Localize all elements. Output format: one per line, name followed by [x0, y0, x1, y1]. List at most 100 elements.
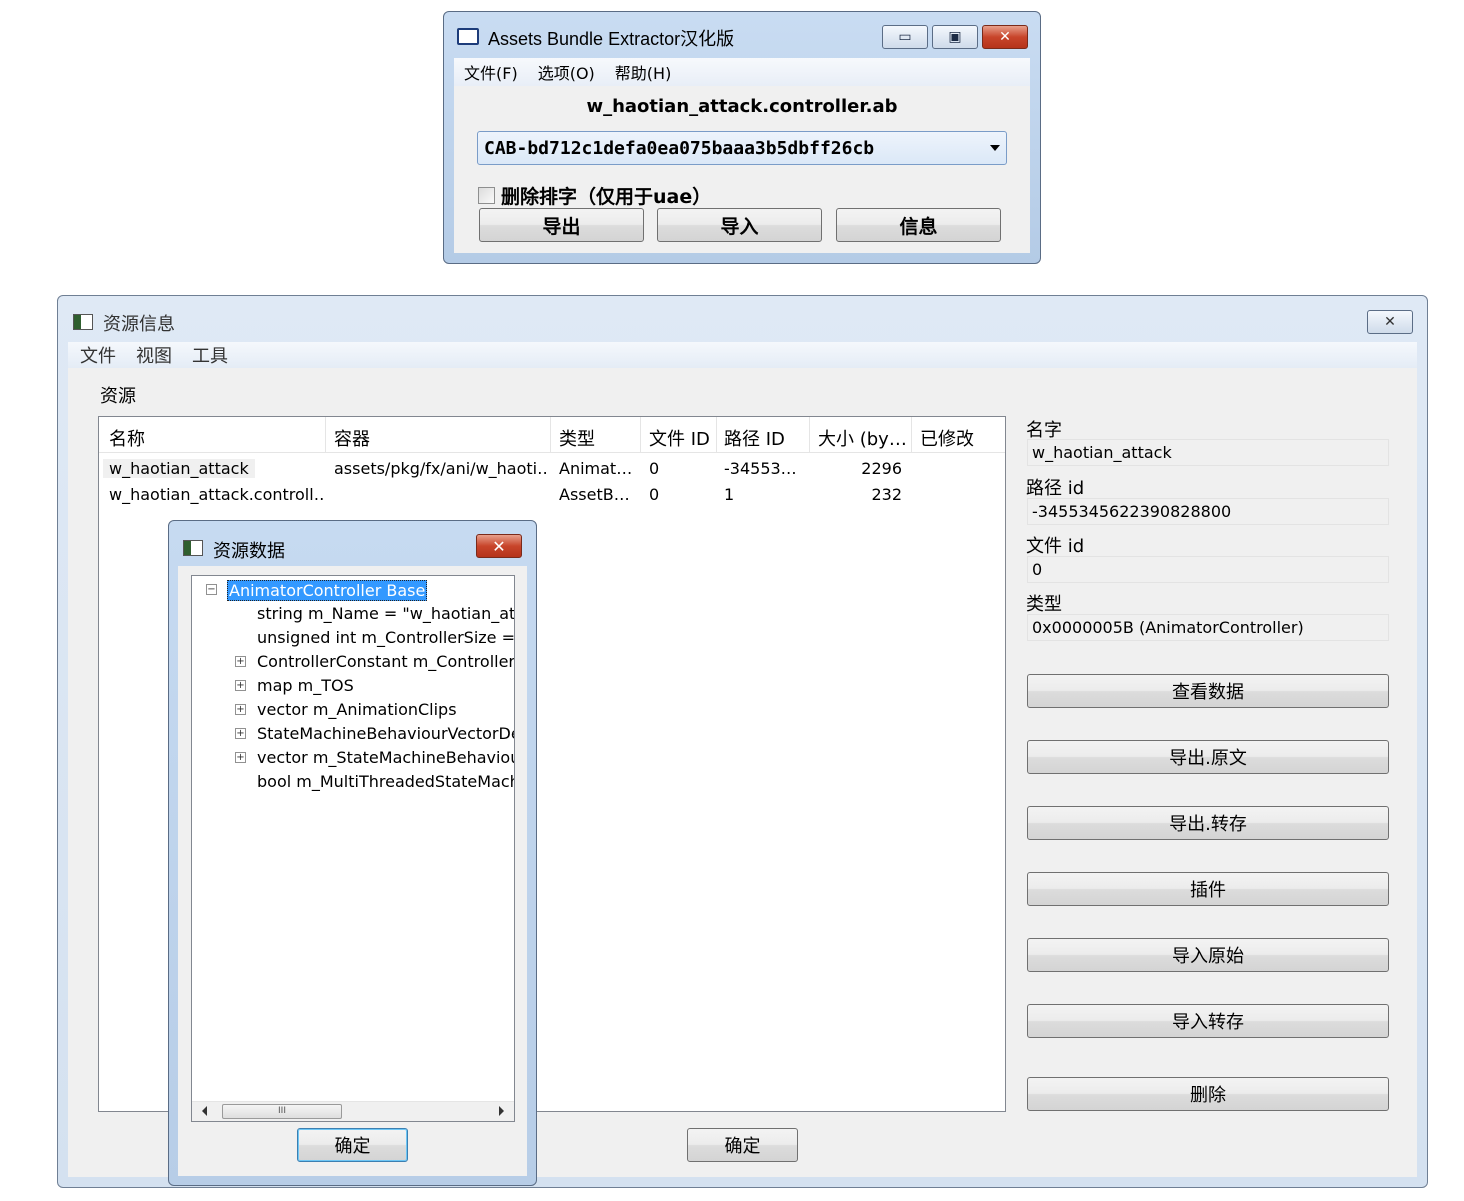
import-button[interactable]: 导入: [657, 208, 822, 242]
expand-icon[interactable]: +: [235, 680, 246, 691]
remove-label: 删除: [1190, 1085, 1226, 1106]
menu-view[interactable]: 视图: [136, 342, 172, 368]
view-data-button[interactable]: 查看数据: [1027, 674, 1389, 708]
cell-name: w_haotian_attack.controll…: [109, 485, 324, 504]
cell-path-id: -34553…: [724, 459, 797, 478]
file-id-field[interactable]: 0: [1027, 556, 1389, 583]
app-window-icon: [457, 28, 479, 45]
import-dump-label: 导入转存: [1172, 1012, 1244, 1033]
asset-data-close-button[interactable]: ✕: [476, 534, 522, 558]
expand-icon[interactable]: +: [235, 752, 246, 763]
menu-file[interactable]: 文件(F): [464, 60, 518, 84]
path-id-field[interactable]: -3455345622390828800: [1027, 498, 1389, 525]
tree-node-label: ControllerConstant m_Controller: [257, 652, 515, 671]
column-modified[interactable]: 已修改: [920, 425, 974, 451]
export-button-label: 导出: [542, 215, 581, 238]
column-separator: [911, 417, 912, 453]
menu-file[interactable]: 文件: [80, 342, 116, 368]
column-separator: [716, 417, 717, 453]
extractor-title: Assets Bundle Extractor汉化版: [488, 29, 735, 49]
cell-type: AssetB…: [559, 485, 630, 504]
column-name[interactable]: 名称: [109, 425, 145, 451]
scroll-left-icon[interactable]: [202, 1106, 207, 1116]
column-size[interactable]: 大小 (by…: [818, 425, 907, 451]
path-id-label: 路径 id: [1026, 478, 1085, 499]
export-button[interactable]: 导出: [479, 208, 644, 242]
close-icon: ✕: [492, 536, 506, 556]
assets-group-label: 资源: [100, 386, 136, 407]
close-icon: ✕: [1384, 314, 1396, 330]
column-separator: [809, 417, 810, 453]
ok-label: 确定: [334, 1136, 371, 1157]
tree-node-label: AnimatorController Base: [227, 580, 428, 601]
menu-help[interactable]: 帮助(H): [615, 60, 672, 84]
column-type[interactable]: 类型: [559, 425, 595, 451]
tree-node-label: bool m_MultiThreadedStateMachine: [257, 772, 514, 791]
extractor-titlebar[interactable]: Assets Bundle Extractor汉化版 ▭ ▣ ✕: [444, 12, 1040, 58]
cell-container: assets/pkg/fx/ani/w_haoti…: [334, 459, 549, 478]
remove-typetree-checkbox[interactable]: [478, 187, 495, 204]
import-raw-button[interactable]: 导入原始: [1027, 938, 1389, 972]
ok-button[interactable]: 确定: [687, 1128, 798, 1162]
cell-size: 2296: [861, 459, 902, 478]
cell-size: 232: [871, 485, 902, 504]
import-raw-label: 导入原始: [1172, 946, 1244, 967]
tree-node-label: map m_TOS: [257, 676, 354, 695]
import-button-label: 导入: [720, 215, 759, 238]
info-button-label: 信息: [899, 215, 938, 238]
bundle-filename: w_haotian_attack.controller.ab: [586, 96, 898, 117]
table-row[interactable]: w_haotian_attack.controll… AssetB… 0 1 2…: [99, 482, 1005, 508]
scroll-grip-icon: III: [278, 1106, 286, 1116]
tree-node-label: vector m_AnimationClips: [257, 700, 457, 719]
asset-data-dialog: 资源数据 ✕ − AnimatorController Base string …: [168, 520, 537, 1186]
expand-icon[interactable]: +: [235, 704, 246, 715]
ok-label: 确定: [724, 1136, 761, 1157]
scroll-right-icon[interactable]: [499, 1106, 504, 1116]
column-container[interactable]: 容器: [334, 425, 370, 451]
info-button[interactable]: 信息: [836, 208, 1001, 242]
maximize-button[interactable]: ▣: [932, 25, 978, 49]
close-button[interactable]: ✕: [982, 25, 1028, 49]
scroll-thumb[interactable]: III: [222, 1104, 342, 1119]
remove-typetree-label: 删除排字（仅用于uae）: [501, 186, 712, 208]
window-icon: [183, 540, 203, 556]
plugins-button[interactable]: 插件: [1027, 872, 1389, 906]
plugins-label: 插件: [1190, 880, 1226, 901]
menu-tools[interactable]: 工具: [192, 342, 228, 368]
expand-icon[interactable]: +: [235, 728, 246, 739]
chevron-down-icon[interactable]: [990, 145, 1000, 151]
asset-info-title: 资源信息: [103, 314, 175, 335]
export-raw-button[interactable]: 导出.原文: [1027, 740, 1389, 774]
view-data-label: 查看数据: [1172, 682, 1244, 703]
asset-data-ok-button[interactable]: 确定: [297, 1128, 408, 1162]
bundle-select[interactable]: CAB-bd712c1defa0ea075baaa3b5dbff26cb: [477, 131, 1007, 165]
minimize-icon: ▭: [898, 29, 912, 45]
table-row[interactable]: w_haotian_attack assets/pkg/fx/ani/w_hao…: [99, 456, 1005, 482]
close-icon: ✕: [999, 29, 1011, 45]
name-field[interactable]: w_haotian_attack: [1027, 439, 1389, 466]
import-dump-button[interactable]: 导入转存: [1027, 1004, 1389, 1038]
collapse-icon[interactable]: −: [206, 584, 217, 595]
minimize-button[interactable]: ▭: [882, 25, 928, 49]
remove-typetree-option[interactable]: 删除排字（仅用于uae）: [478, 182, 711, 209]
expand-icon[interactable]: +: [235, 656, 246, 667]
export-dump-label: 导出.转存: [1169, 814, 1247, 835]
cell-path-id: 1: [724, 485, 735, 504]
export-dump-button[interactable]: 导出.转存: [1027, 806, 1389, 840]
tree-node-label: StateMachineBehaviourVectorDescr: [257, 724, 514, 743]
export-raw-label: 导出.原文: [1169, 748, 1247, 769]
column-file-id[interactable]: 文件 ID: [649, 425, 710, 451]
type-field[interactable]: 0x0000005B (AnimatorController): [1027, 614, 1389, 641]
column-separator: [640, 417, 641, 453]
column-path-id[interactable]: 路径 ID: [724, 425, 785, 451]
asset-info-close-button[interactable]: ✕: [1367, 310, 1413, 334]
horizontal-scrollbar[interactable]: III: [192, 1101, 514, 1121]
asset-tree[interactable]: − AnimatorController Base string m_Name …: [191, 575, 515, 1122]
menu-options[interactable]: 选项(O): [538, 60, 595, 84]
cell-type: Animat…: [559, 459, 633, 478]
asset-data-client: − AnimatorController Base string m_Name …: [178, 566, 527, 1176]
column-separator: [325, 417, 326, 453]
extractor-menubar: 文件(F) 选项(O) 帮助(H): [454, 58, 1030, 86]
remove-button[interactable]: 删除: [1027, 1077, 1389, 1111]
bundle-select-value: CAB-bd712c1defa0ea075baaa3b5dbff26cb: [484, 137, 875, 159]
